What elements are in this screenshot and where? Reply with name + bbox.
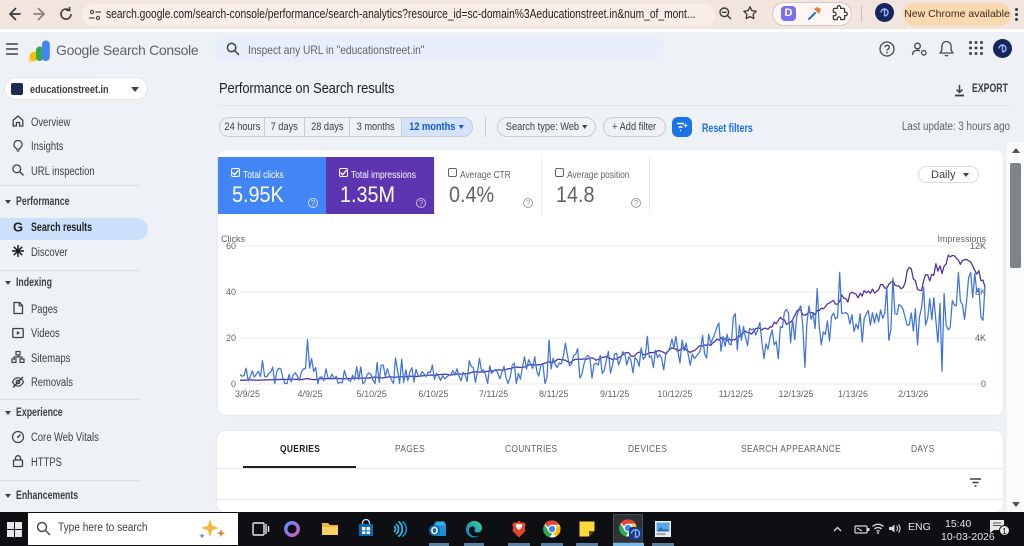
svg-text:40: 40 — [226, 287, 236, 297]
svg-text:8/11/25: 8/11/25 — [539, 389, 568, 399]
svg-text:G: G — [13, 220, 23, 234]
svg-text:11/12/25: 11/12/25 — [719, 389, 753, 399]
svg-text:9/11/25: 9/11/25 — [600, 389, 629, 399]
svg-text:1/13/26: 1/13/26 — [838, 389, 868, 399]
svg-text:20: 20 — [226, 333, 236, 343]
svg-text:4K: 4K — [975, 333, 986, 343]
svg-text:5/10/25: 5/10/25 — [357, 389, 387, 399]
svg-text:6/10/25: 6/10/25 — [418, 389, 448, 399]
svg-text:12K: 12K — [970, 241, 986, 251]
svg-text:12/13/25: 12/13/25 — [778, 389, 813, 399]
svg-text:0: 0 — [231, 379, 236, 389]
svg-text:7/11/25: 7/11/25 — [479, 389, 508, 399]
svg-text:10/12/25: 10/12/25 — [657, 389, 692, 399]
svg-text:2/13/26: 2/13/26 — [898, 389, 928, 399]
svg-text:60: 60 — [226, 241, 236, 251]
svg-text:4/9/25: 4/9/25 — [297, 389, 322, 399]
svg-text:3/9/25: 3/9/25 — [235, 389, 260, 399]
svg-text:0: 0 — [981, 379, 986, 389]
